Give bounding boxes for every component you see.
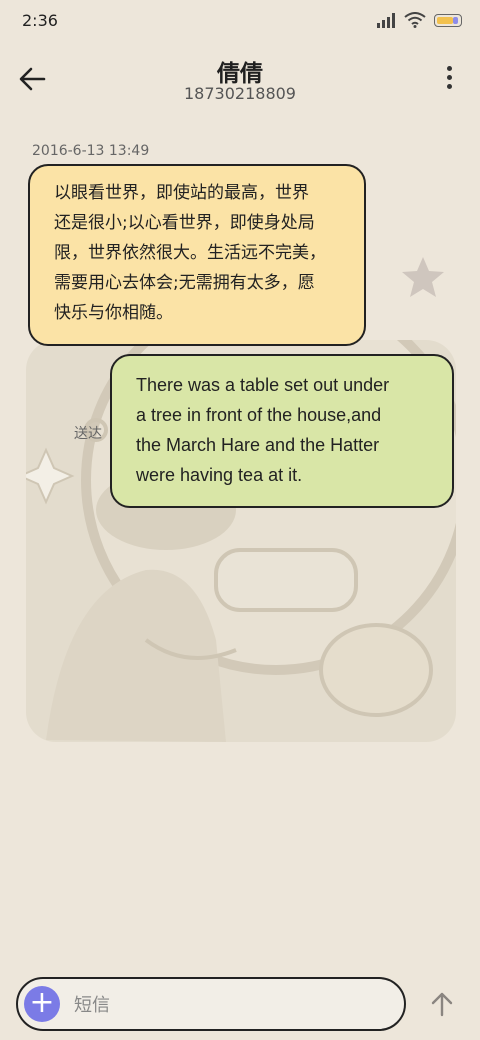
message-composer: +	[16, 977, 406, 1031]
battery-icon	[434, 13, 462, 27]
message-line: 以眼看世界，即使站的最高，世界	[54, 183, 309, 203]
wifi-icon	[404, 12, 426, 28]
message-line: the March Hare and the Hatter	[136, 435, 380, 455]
conversation-header: 倩倩 18730218809	[0, 50, 480, 110]
message-line: 需要用心去体会;无需拥有太多，愿	[54, 273, 315, 293]
status-bar: 2:36	[0, 0, 480, 44]
arrow-up-icon[interactable]	[428, 990, 456, 1018]
contact-number: 18730218809	[184, 84, 296, 103]
more-vertical-icon[interactable]	[444, 66, 454, 92]
signal-icon	[377, 13, 395, 28]
contact-name: 倩倩	[217, 61, 263, 87]
message-line: 还是很小;以心看世界，即使身处局	[54, 213, 315, 233]
plus-icon[interactable]: +	[24, 986, 60, 1022]
star-icon	[402, 257, 444, 297]
message-line: 快乐与你相随。	[54, 303, 173, 323]
message-line: a tree in front of the house,and	[136, 405, 382, 425]
message-line: 限，世界依然很大。生活远不完美，	[54, 243, 326, 263]
status-time: 2:36	[22, 11, 58, 30]
message-timestamp: 2016-6-13 13:49	[32, 143, 150, 159]
sms-conversation-screen: 2:36 倩倩 18730218809 2016-6-13 13:49 以眼看世…	[0, 0, 480, 1040]
delivery-status: 送达	[74, 426, 102, 442]
message-line: There was a table set out under	[136, 375, 390, 395]
message-line: were having tea at it.	[136, 465, 303, 485]
message-input[interactable]	[72, 987, 396, 1023]
sent-message-bubble[interactable]: There was a table set out under a tree i…	[110, 354, 454, 508]
received-message-bubble[interactable]: 以眼看世界，即使站的最高，世界 还是很小;以心看世界，即使身处局 限，世界依然很…	[28, 164, 366, 346]
status-icons	[376, 12, 462, 28]
